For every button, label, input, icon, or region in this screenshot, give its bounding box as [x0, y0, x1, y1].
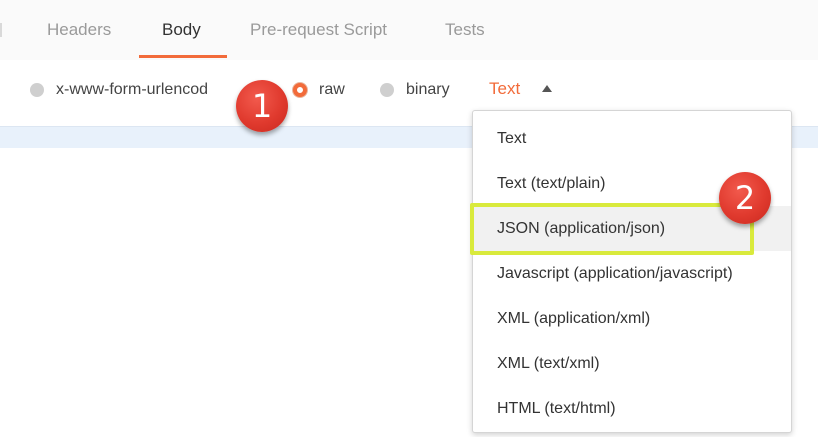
radio-unselected-icon [380, 83, 394, 97]
radio-binary[interactable]: binary [380, 81, 450, 99]
menu-item-xml-application[interactable]: XML (application/xml) [473, 296, 791, 341]
step-1-badge: 1 [236, 80, 288, 132]
menu-item-javascript[interactable]: Javascript (application/javascript) [473, 251, 791, 296]
radio-raw[interactable]: raw [293, 81, 345, 99]
active-tab-indicator [139, 55, 227, 58]
tab-pre-request-script[interactable]: Pre-request Script [250, 20, 387, 40]
menu-item-html[interactable]: HTML (text/html) [473, 386, 791, 431]
step-2-badge: 2 [719, 172, 771, 224]
request-tab-bar: Headers Body Pre-request Script Tests [0, 0, 818, 61]
tab-tests[interactable]: Tests [445, 20, 485, 40]
radio-selected-icon [293, 83, 307, 97]
request-body-panel: Headers Body Pre-request Script Tests x-… [0, 0, 818, 437]
json-highlight-box [470, 203, 754, 255]
menu-item-xml-text[interactable]: XML (text/xml) [473, 341, 791, 386]
radio-unselected-icon [30, 83, 44, 97]
tab-body[interactable]: Body [162, 20, 201, 40]
radio-urlencoded[interactable]: x-www-form-urlencod [30, 81, 208, 99]
content-type-dropdown[interactable]: Text [489, 79, 553, 99]
caret-up-icon [542, 84, 553, 92]
content-type-menu: Text Text (text/plain) JSON (application… [472, 110, 792, 433]
radio-urlencoded-label: x-www-form-urlencod [56, 81, 209, 98]
content-type-value: Text [489, 79, 521, 98]
radio-binary-label: binary [406, 81, 450, 98]
menu-item-text[interactable]: Text [473, 116, 791, 161]
radio-raw-label: raw [319, 81, 345, 98]
truncated-tab[interactable] [0, 23, 2, 37]
tab-headers[interactable]: Headers [47, 20, 111, 40]
